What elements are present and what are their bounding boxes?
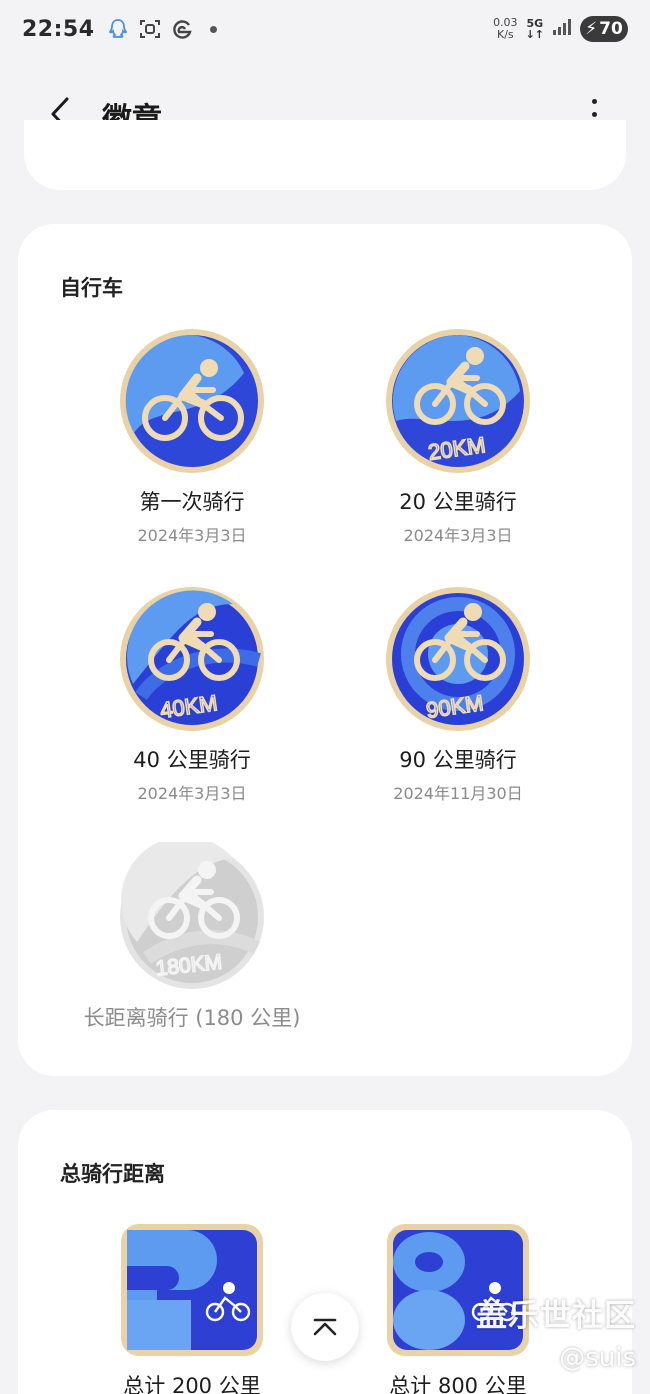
badge-first-ride-icon xyxy=(120,329,264,473)
badge-date: 2024年3月3日 xyxy=(137,784,247,803)
badge-name: 第一次骑行 xyxy=(139,490,245,514)
network-speed: 0.03 K/s xyxy=(493,17,518,41)
chevron-up-icon xyxy=(313,1318,337,1336)
section-title: 自行车 xyxy=(60,276,123,300)
badge-item[interactable]: 总计 200 公里 xyxy=(52,1220,332,1394)
qq-icon xyxy=(107,18,129,40)
network-type: 5G ↓↑ xyxy=(526,18,544,40)
badge-40km-icon: 40KM xyxy=(120,587,264,731)
net-speed-unit: K/s xyxy=(496,28,514,41)
badge-name: 长距离骑行 (180 公里) xyxy=(83,1006,301,1030)
watermark-line1: 盖乐世社区 xyxy=(476,1298,636,1334)
section-card-bicycle: 自行车 第一次骑行 2024年3月3日 20KM 20 公里骑行 2024年3月… xyxy=(18,224,632,1076)
watermark-line2: @suis xyxy=(559,1343,636,1373)
battery-indicator: ⚡ 70 xyxy=(580,16,628,42)
status-bar: 22:54 0.03 K/s 5G ↓↑ ⚡ 70 xyxy=(0,0,650,58)
status-time: 22:54 xyxy=(22,16,95,42)
scroll-to-top-button[interactable] xyxy=(291,1293,359,1361)
scan-icon xyxy=(139,18,161,40)
badge-date: 2024年3月3日 xyxy=(403,526,513,545)
badge-item-locked[interactable]: 180KM 长距离骑行 (180 公里) xyxy=(52,842,332,1032)
notification-icons xyxy=(107,18,225,40)
badge-item[interactable]: 40KM 40 公里骑行 2024年3月3日 xyxy=(52,584,332,804)
badge-20km-icon: 20KM xyxy=(386,329,530,473)
badge-name: 总计 800 公里 xyxy=(389,1374,527,1394)
dot-icon xyxy=(203,18,225,40)
badge-date: 2024年3月3日 xyxy=(137,526,247,545)
badge-name: 20 公里骑行 xyxy=(399,490,517,514)
badge-item[interactable]: 第一次骑行 2024年3月3日 xyxy=(52,326,332,546)
badge-90km-icon: 90KM xyxy=(386,587,530,731)
badge-name: 40 公里骑行 xyxy=(133,748,251,772)
previous-card-edge xyxy=(24,120,626,190)
signal-icon xyxy=(552,18,572,40)
badge-date: 2024年11月30日 xyxy=(393,784,523,803)
badge-name: 90 公里骑行 xyxy=(399,748,517,772)
badge-total-200-icon xyxy=(121,1224,263,1356)
badge-name: 总计 200 公里 xyxy=(123,1374,261,1394)
battery-level: 70 xyxy=(599,19,623,39)
updown-arrows-icon: ↓↑ xyxy=(525,28,544,41)
charging-bolt-icon: ⚡ xyxy=(585,19,598,39)
badge-180km-locked-icon: 180KM xyxy=(120,842,264,989)
watermark: 盖乐世社区 @suis xyxy=(476,1290,636,1373)
more-dot-icon xyxy=(591,111,597,117)
section-title: 总骑行距离 xyxy=(60,1162,165,1186)
badge-item[interactable]: 20KM 20 公里骑行 2024年3月3日 xyxy=(318,326,598,546)
badge-item[interactable]: 90KM 90 公里骑行 2024年11月30日 xyxy=(318,584,598,804)
browser-icon xyxy=(171,18,193,40)
more-dot-icon xyxy=(591,98,597,104)
